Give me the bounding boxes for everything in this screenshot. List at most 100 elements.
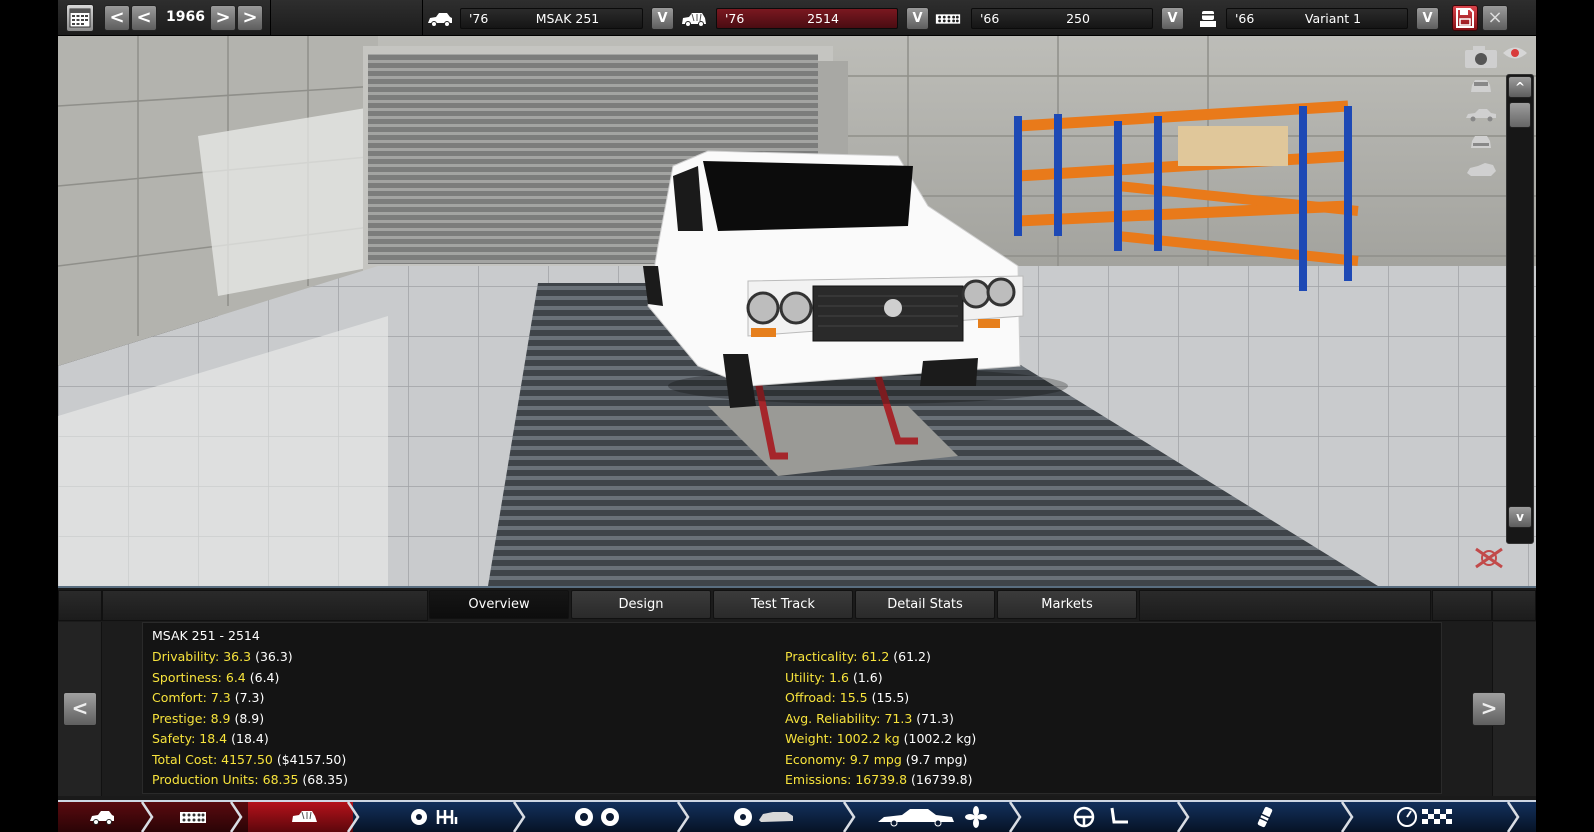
tab-design[interactable]: Design — [571, 590, 711, 619]
trim-year: '76 — [725, 11, 745, 26]
stat-utility: Utility: 1.6 (1.6) — [785, 668, 883, 689]
viewport-scrollbar[interactable] — [1506, 74, 1534, 544]
eye-icon[interactable] — [1502, 44, 1528, 62]
reset-view-icon[interactable] — [1472, 545, 1506, 571]
stat-previous: (1002.2 kg) — [903, 731, 977, 746]
car-model-icon — [428, 13, 452, 27]
trim-selector[interactable]: '76 2514 — [716, 8, 898, 29]
perspective-view-icon[interactable] — [1463, 160, 1499, 180]
stat-value: 18.4 — [199, 731, 228, 746]
stat-previous: (6.4) — [249, 669, 280, 685]
garage-3d-viewport[interactable] — [58, 36, 1536, 586]
stat-practicality: Practicality: 61.2 (61.2) — [785, 647, 931, 668]
stat-label: Offroad: — [785, 690, 836, 705]
tab-bar-right-cap — [1432, 590, 1492, 621]
front-view-icon[interactable] — [1463, 76, 1499, 96]
next-page-button[interactable]: > — [1472, 692, 1506, 726]
trim-name: 2514 — [807, 11, 839, 26]
stat-economy: Economy: 9.7 mpg (9.7 mpg) — [785, 750, 967, 771]
floppy-disk-icon — [1456, 8, 1474, 28]
stat-emissions: Emissions: 16739.8 (16739.8) — [785, 770, 972, 791]
engine-family-dropdown-button[interactable]: V — [1161, 7, 1184, 30]
year-back-button[interactable]: < — [131, 5, 157, 31]
stat-previous: ($4157.50) — [276, 751, 347, 767]
trim-dropdown-button[interactable]: V — [906, 7, 929, 30]
stat-previous: (16739.8) — [911, 772, 973, 787]
stat-previous: (8.9) — [234, 710, 265, 726]
engine-family-selector[interactable]: '66 250 — [971, 8, 1153, 29]
body-fan-icon[interactable] — [876, 806, 990, 828]
stat-label: Utility: — [785, 669, 826, 685]
interior-icon[interactable] — [1072, 806, 1134, 828]
stat-value: 4157.50 — [221, 751, 273, 767]
side-view-icon[interactable] — [1463, 104, 1499, 124]
stat-weight: Weight: 1002.2 kg (1002.2 kg) — [785, 729, 976, 750]
model-selector[interactable]: '76 MSAK 251 — [460, 8, 643, 29]
stat-value: 7.3 — [210, 690, 231, 705]
finish-flag-icon[interactable] — [1396, 806, 1456, 828]
tab-detail-stats[interactable]: Detail Stats — [855, 590, 995, 619]
stat-previous: (36.3) — [255, 649, 293, 664]
rear-view-icon[interactable] — [1463, 132, 1499, 152]
right-letterbox — [1536, 0, 1594, 832]
stat-label: Avg. Reliability: — [785, 710, 881, 726]
stat-label: Total Cost: — [152, 751, 218, 767]
engine-variant-dropdown-button[interactable]: V — [1416, 7, 1439, 30]
car-model-icon[interactable] — [88, 806, 116, 828]
brakes-icon[interactable] — [731, 806, 797, 828]
stat-label: Practicality: — [785, 649, 858, 664]
scroll-down-button[interactable]: v — [1508, 506, 1532, 528]
close-button[interactable]: × — [1482, 5, 1508, 31]
current-year: 1966 — [166, 9, 205, 25]
stat-label: Production Units: — [152, 772, 259, 787]
trim-icon — [682, 13, 706, 27]
car-title: MSAK 251 - 2514 — [152, 628, 260, 643]
stat-previous: (9.7 mpg) — [905, 751, 968, 767]
stat-label: Economy: — [785, 751, 846, 767]
stat-previous: (18.4) — [231, 731, 269, 746]
year-back-fast-button[interactable]: < — [104, 5, 130, 31]
stat-value: 61.2 — [861, 649, 890, 664]
tab-overview[interactable]: Overview — [429, 590, 569, 619]
stat-drivability: Drivability: 36.3 (36.3) — [152, 647, 293, 668]
stat-previous: (1.6) — [852, 669, 883, 685]
save-button[interactable] — [1452, 5, 1478, 31]
left-letterbox — [0, 0, 58, 832]
stat-value: 71.3 — [884, 710, 913, 726]
stat-previous: (61.2) — [893, 649, 931, 664]
previous-page-button[interactable]: < — [63, 692, 97, 726]
stat-value: 68.35 — [262, 772, 299, 787]
stat-value: 15.5 — [839, 690, 868, 705]
gearbox-icon[interactable] — [408, 806, 462, 828]
tab-test-track[interactable]: Test Track — [713, 590, 853, 619]
testing-icon[interactable] — [1252, 806, 1278, 828]
engine-variant-year: '66 — [1235, 11, 1255, 26]
stat-previous: (68.35) — [302, 772, 348, 787]
model-dropdown-button[interactable]: V — [651, 7, 674, 30]
engine-variant-name: Variant 1 — [1304, 11, 1362, 26]
car-designer-app: < < 1966 > > '76 MSAK 251 V '76 2514 V '… — [58, 0, 1536, 832]
year-forward-button[interactable]: > — [210, 5, 236, 31]
bottom-nav-bar — [58, 800, 1536, 832]
tab-bar-left-filler — [102, 590, 428, 621]
stat-label: Prestige: — [152, 710, 207, 726]
stat-label: Weight: — [785, 731, 833, 746]
trim-icon[interactable] — [290, 806, 320, 828]
top-toolbar: < < 1966 > > '76 MSAK 251 V '76 2514 V '… — [58, 0, 1536, 36]
camera-icon[interactable] — [1463, 44, 1499, 70]
scroll-up-button[interactable]: ^ — [1508, 76, 1532, 98]
year-forward-fast-button[interactable]: > — [237, 5, 263, 31]
scroll-thumb[interactable] — [1509, 102, 1531, 128]
stat-label: Safety: — [152, 731, 196, 746]
tab-markets[interactable]: Markets — [997, 590, 1137, 619]
stat-safety: Safety: 18.4 (18.4) — [152, 729, 269, 750]
stat-label: Comfort: — [152, 690, 207, 705]
calendar-icon[interactable] — [66, 4, 94, 32]
stat-previous: (7.3) — [234, 690, 265, 705]
stat-avg-reliability: Avg. Reliability: 71.3 (71.3) — [785, 709, 954, 730]
stat-value: 8.9 — [210, 710, 231, 726]
engine-variant-selector[interactable]: '66 Variant 1 — [1226, 8, 1408, 29]
model-year: '76 — [469, 11, 489, 26]
engine-block-icon[interactable] — [178, 806, 208, 828]
wheels-icon[interactable] — [571, 806, 625, 828]
